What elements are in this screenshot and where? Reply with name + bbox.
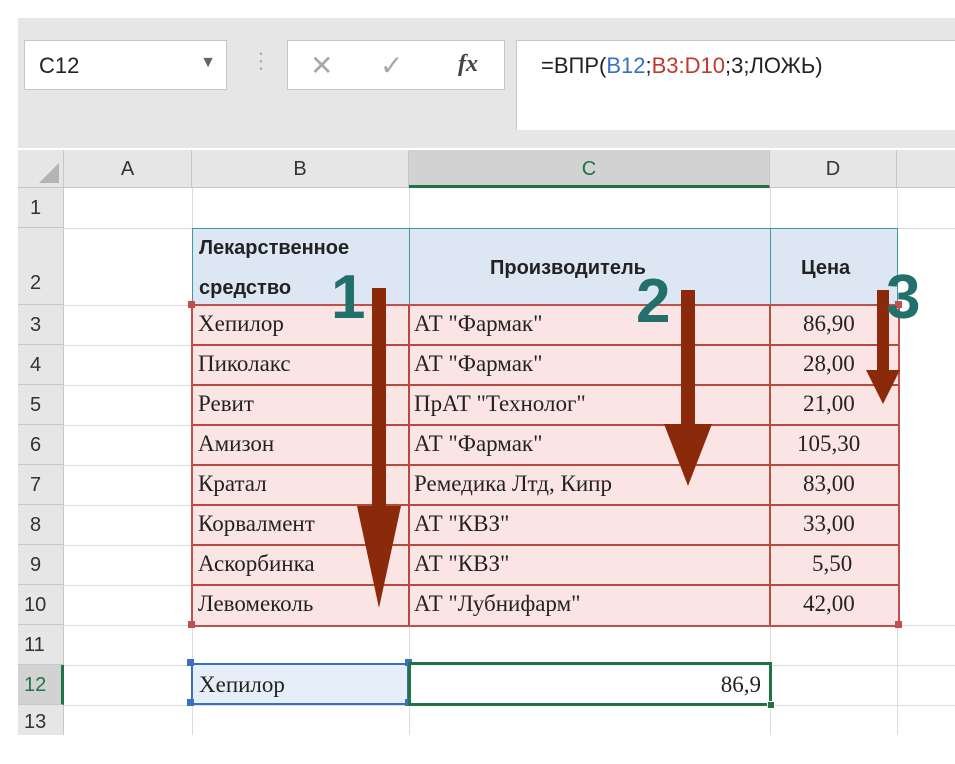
step-label-2: 2 xyxy=(636,267,671,336)
annotation-arrows xyxy=(357,288,900,608)
step-label-3: 3 xyxy=(886,263,921,332)
arrow-2 xyxy=(664,290,712,486)
step-label-1: 1 xyxy=(331,263,366,332)
arrow-1 xyxy=(357,288,401,608)
